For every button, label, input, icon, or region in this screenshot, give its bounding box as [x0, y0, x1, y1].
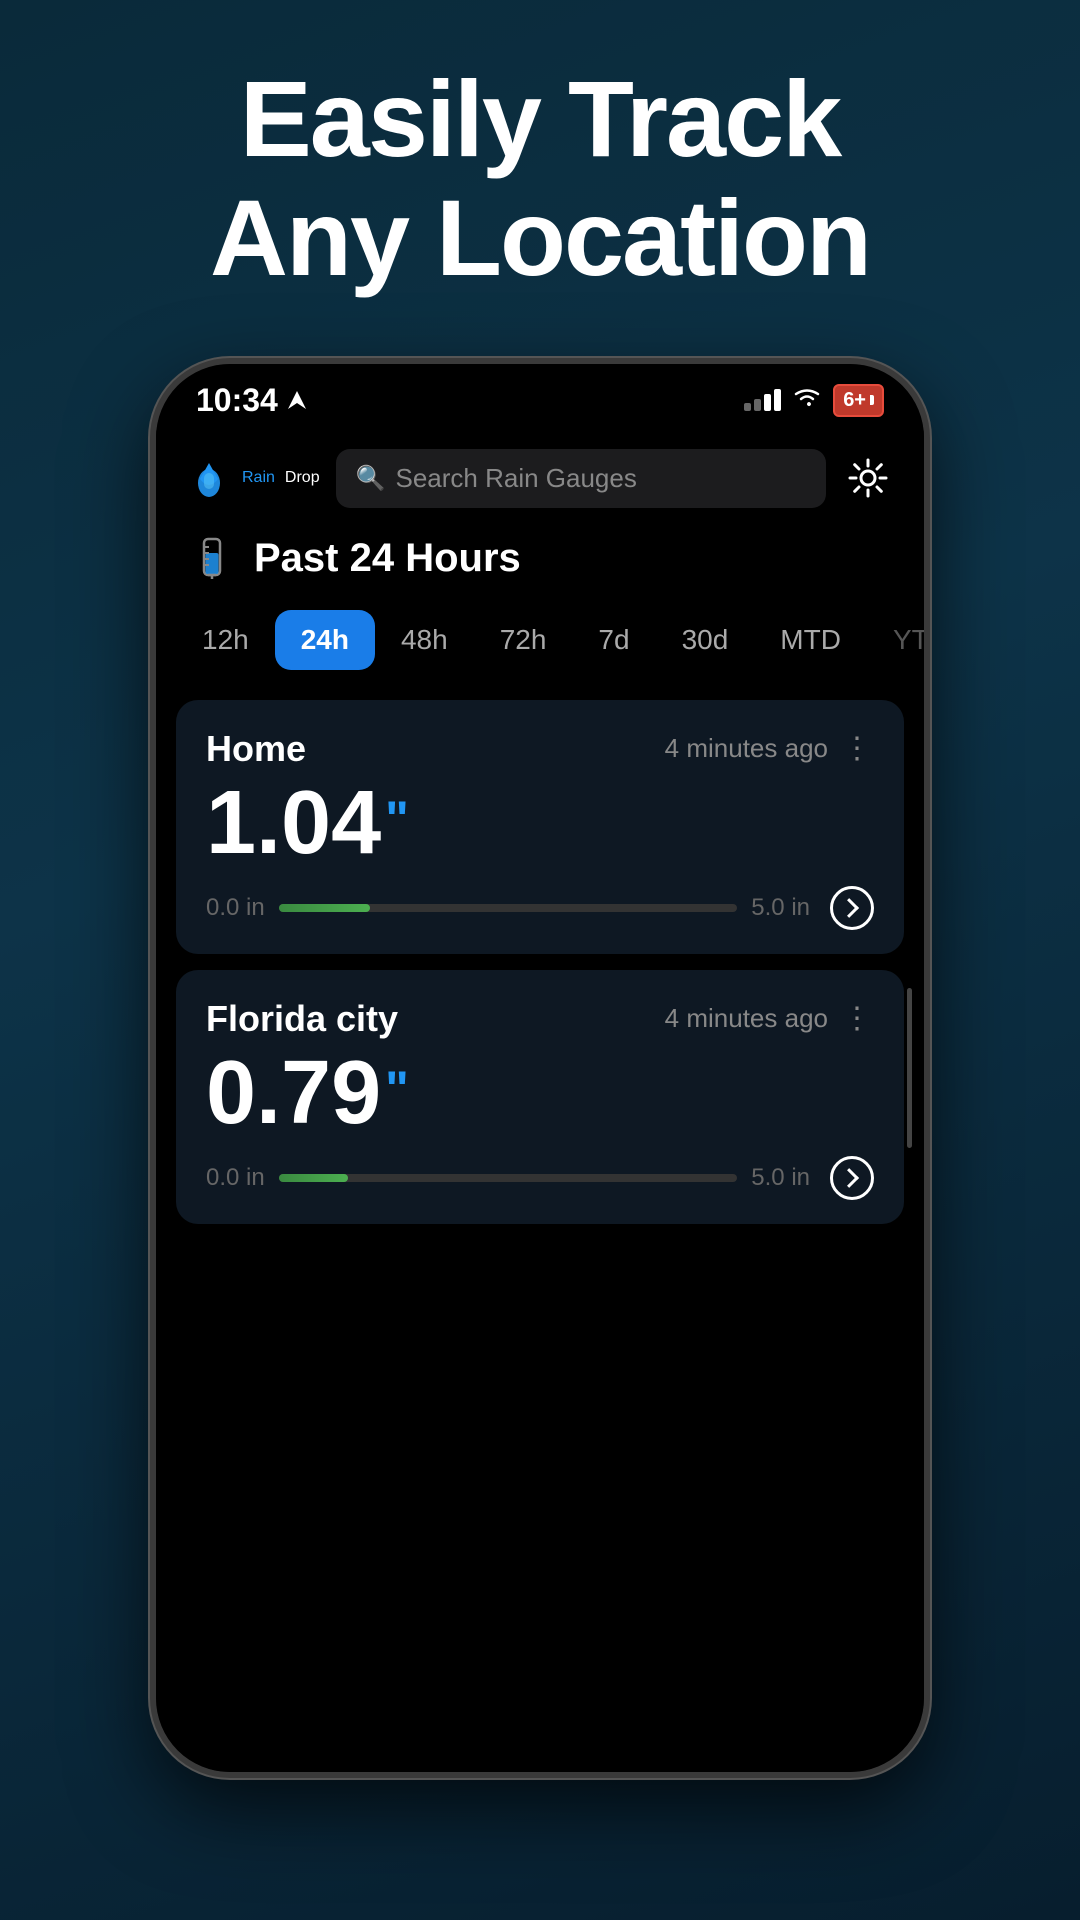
- gauge-bar-fill-florida: [279, 1174, 348, 1182]
- app-header: Rain Drop 🔍 Search Rain Gauges: [156, 429, 924, 523]
- search-bar[interactable]: 🔍 Search Rain Gauges: [336, 449, 826, 508]
- chevron-right-icon-florida: [839, 1168, 859, 1188]
- tab-30d[interactable]: 30d: [656, 610, 755, 670]
- gauge-card-header-home: Home 4 minutes ago ⋮: [206, 728, 874, 770]
- gauge-bar-fill-home: [279, 904, 371, 912]
- gauge-bar-row-home: 0.0 in 5.0 in: [206, 886, 874, 930]
- gauge-bar-min-home: 0.0 in: [206, 894, 265, 922]
- status-icons: 6+: [744, 384, 884, 417]
- tab-72h[interactable]: 72h: [474, 610, 573, 670]
- gauge-card-home[interactable]: Home 4 minutes ago ⋮ 1.04 " 0.0 in 5.0 i…: [176, 700, 904, 954]
- gauge-unit-florida: ": [385, 1060, 409, 1118]
- gauge-list: Home 4 minutes ago ⋮ 1.04 " 0.0 in 5.0 i…: [156, 690, 924, 1772]
- rain-gauge-icon: [186, 533, 238, 585]
- gauge-bar-row-florida: 0.0 in 5.0 in: [206, 1156, 874, 1200]
- gauge-card-florida[interactable]: Florida city 4 minutes ago ⋮ 0.79 " 0.0 …: [176, 970, 904, 1224]
- status-time: 10:34: [196, 382, 308, 419]
- settings-button[interactable]: [842, 452, 894, 504]
- gauge-value-florida: 0.79: [206, 1048, 381, 1138]
- gauge-name-florida: Florida city: [206, 998, 398, 1040]
- raindrop-logo-icon: [186, 455, 232, 501]
- gauge-value-row-florida: 0.79 ": [206, 1048, 874, 1138]
- gauge-timestamp-florida: 4 minutes ago: [665, 1003, 828, 1034]
- chevron-right-icon-home: [839, 898, 859, 918]
- scrollbar: [907, 988, 912, 1148]
- tab-24h[interactable]: 24h: [275, 610, 375, 670]
- tab-mtd[interactable]: MTD: [754, 610, 867, 670]
- phone-mockup: 10:34: [150, 358, 930, 1778]
- gauge-bar-track-home: [279, 904, 738, 912]
- tab-yt[interactable]: YT: [867, 610, 924, 670]
- gauge-unit-home: ": [385, 790, 409, 848]
- gauge-detail-button-florida[interactable]: [830, 1156, 874, 1200]
- hero-line1: Easily Track: [210, 60, 870, 179]
- search-icon: 🔍: [356, 464, 386, 493]
- more-options-home[interactable]: ⋮: [842, 731, 874, 766]
- signal-bars-icon: [744, 389, 781, 411]
- logo-drop-text: Drop: [285, 469, 320, 487]
- section-title: Past 24 Hours: [254, 536, 521, 581]
- dynamic-island: [475, 382, 605, 418]
- logo-rain-text: Rain: [242, 469, 275, 487]
- gauge-bar-min-florida: 0.0 in: [206, 1164, 265, 1192]
- gauge-meta-florida: 4 minutes ago ⋮: [665, 1001, 874, 1036]
- gauge-timestamp-home: 4 minutes ago: [665, 733, 828, 764]
- app-logo: Rain Drop: [186, 455, 320, 501]
- more-options-florida[interactable]: ⋮: [842, 1001, 874, 1036]
- gauge-bar-max-florida: 5.0 in: [751, 1164, 810, 1192]
- section-header: Past 24 Hours: [156, 523, 924, 600]
- gauge-card-header-florida: Florida city 4 minutes ago ⋮: [206, 998, 874, 1040]
- hero-line2: Any Location: [210, 179, 870, 298]
- gauge-bar-max-home: 5.0 in: [751, 894, 810, 922]
- wifi-icon: [793, 387, 821, 414]
- search-placeholder: Search Rain Gauges: [395, 463, 636, 494]
- gauge-value-home: 1.04: [206, 778, 381, 868]
- gauge-detail-button-home[interactable]: [830, 886, 874, 930]
- battery-icon: 6+: [833, 384, 884, 417]
- gear-icon: [846, 456, 890, 500]
- tab-7d[interactable]: 7d: [572, 610, 655, 670]
- gauge-meta-home: 4 minutes ago ⋮: [665, 731, 874, 766]
- tab-12h[interactable]: 12h: [176, 610, 275, 670]
- gauge-value-row-home: 1.04 ": [206, 778, 874, 868]
- tab-48h[interactable]: 48h: [375, 610, 474, 670]
- gauge-bar-track-florida: [279, 1174, 738, 1182]
- gauge-name-home: Home: [206, 728, 306, 770]
- navigation-arrow-icon: [286, 382, 308, 419]
- hero-text: Easily Track Any Location: [150, 60, 930, 298]
- time-tabs: 12h 24h 48h 72h 7d 30d MTD YT: [156, 600, 924, 690]
- app-screen: Rain Drop 🔍 Search Rain Gauges: [156, 429, 924, 1772]
